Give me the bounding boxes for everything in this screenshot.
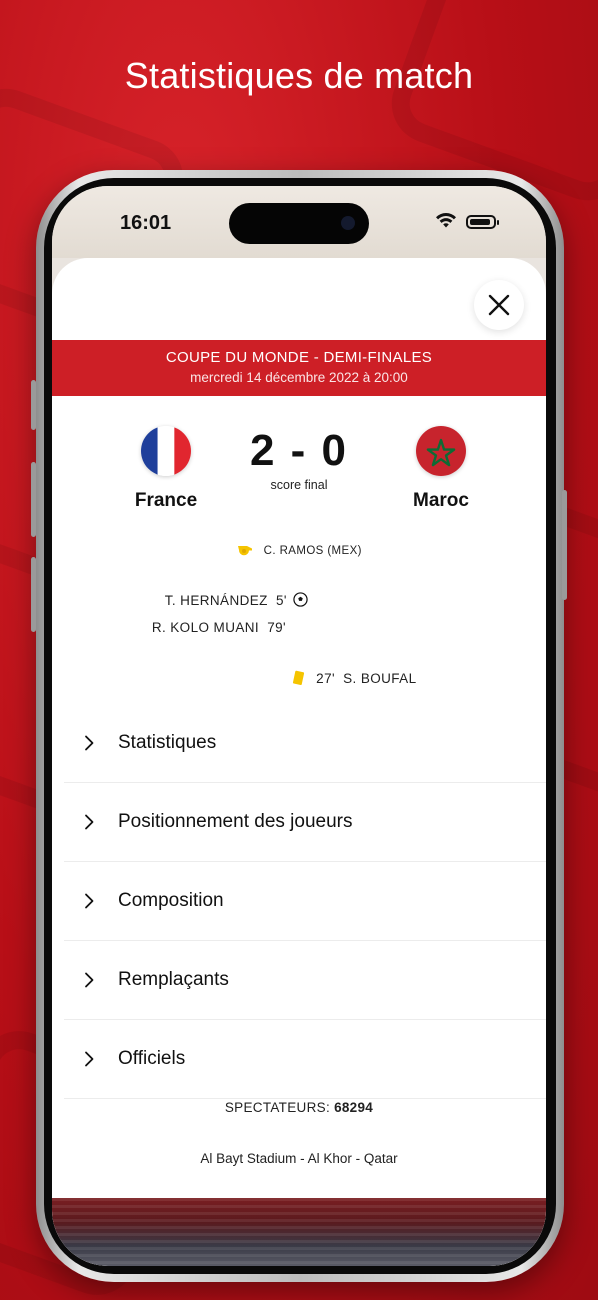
goal-event-row: T. HERNÁNDEZ 5' [165, 592, 308, 608]
dynamic-island [229, 203, 369, 244]
match-detail-sheet: COUPE DU MONDE - DEMI-FINALES mercredi 1… [52, 258, 546, 1266]
match-date: mercredi 14 décembre 2022 à 20:00 [190, 370, 408, 385]
phone-power-button [562, 490, 567, 600]
match-sections-menu: Statistiques Positionnement des joueurs … [64, 704, 546, 1099]
menu-item-positionnement[interactable]: Positionnement des joueurs [64, 783, 546, 862]
soccer-ball-icon [293, 592, 308, 607]
competition-banner: COUPE DU MONDE - DEMI-FINALES mercredi 1… [52, 340, 546, 396]
goal-minute: 5' [275, 593, 287, 608]
score-label: score final [270, 478, 328, 492]
goal-scorer: R. KOLO MUANI [151, 620, 260, 635]
competition-title: COUPE DU MONDE - DEMI-FINALES [165, 349, 433, 366]
chevron-right-icon [85, 893, 94, 909]
spectators-label: SPECTATEURS: [224, 1100, 330, 1115]
status-bar: 16:01 [52, 186, 546, 258]
phone-volume-up-button [31, 462, 36, 537]
spectators-row: SPECTATEURS: 68294 [52, 1100, 546, 1115]
phone-volume-down-button [31, 557, 36, 632]
whistle-icon [238, 546, 253, 556]
yellow-card-icon [292, 670, 305, 686]
wifi-icon [436, 212, 456, 228]
card-minute: 27' [316, 671, 335, 686]
referee-name: C. RAMOS (MEX) [263, 545, 362, 557]
phone-action-button [31, 380, 36, 430]
menu-item-label: Positionnement des joueurs [118, 811, 353, 832]
france-flag-icon [141, 426, 191, 476]
away-team-name: Maroc [413, 490, 469, 511]
menu-item-remplacants[interactable]: Remplaçants [64, 941, 546, 1020]
chevron-right-icon [85, 972, 94, 988]
battery-icon [466, 215, 499, 229]
menu-item-label: Statistiques [118, 732, 217, 753]
goal-scorer: T. HERNÁNDEZ [164, 593, 268, 608]
menu-item-label: Officiels [118, 1048, 186, 1069]
promo-headline: Statistiques de match [124, 55, 474, 96]
menu-item-officiels[interactable]: Officiels [64, 1020, 546, 1099]
away-team[interactable]: Maroc [371, 426, 511, 512]
close-button[interactable] [474, 280, 524, 330]
menu-item-statistiques[interactable]: Statistiques [64, 704, 546, 783]
chevron-right-icon [85, 814, 94, 830]
goal-minute: 79' [267, 620, 286, 635]
phone-screen: 16:01 COUPE DU MONDE - DEMI-FINALES merc… [52, 186, 546, 1266]
home-team-name: France [134, 490, 198, 511]
chevron-right-icon [85, 735, 94, 751]
morocco-flag-icon [416, 426, 466, 476]
chevron-right-icon [85, 1051, 94, 1067]
status-time: 16:01 [120, 212, 172, 234]
final-score: 2 - 0 [249, 426, 349, 475]
card-event-row: 27' S. BOUFAL [292, 670, 416, 686]
menu-item-label: Remplaçants [118, 969, 229, 990]
spectators-value: 68294 [334, 1100, 374, 1115]
referee-row: C. RAMOS (MEX) [52, 544, 546, 557]
card-player: S. BOUFAL [343, 671, 417, 686]
stadium-location: Al Bayt Stadium - Al Khor - Qatar [200, 1151, 398, 1166]
scoreboard: 2 - 0 score final [199, 426, 399, 492]
stadium-photo [52, 1198, 546, 1266]
goal-event-row: R. KOLO MUANI 79' [152, 620, 286, 635]
menu-item-composition[interactable]: Composition [64, 862, 546, 941]
menu-item-label: Composition [118, 890, 224, 911]
close-icon [488, 294, 510, 316]
